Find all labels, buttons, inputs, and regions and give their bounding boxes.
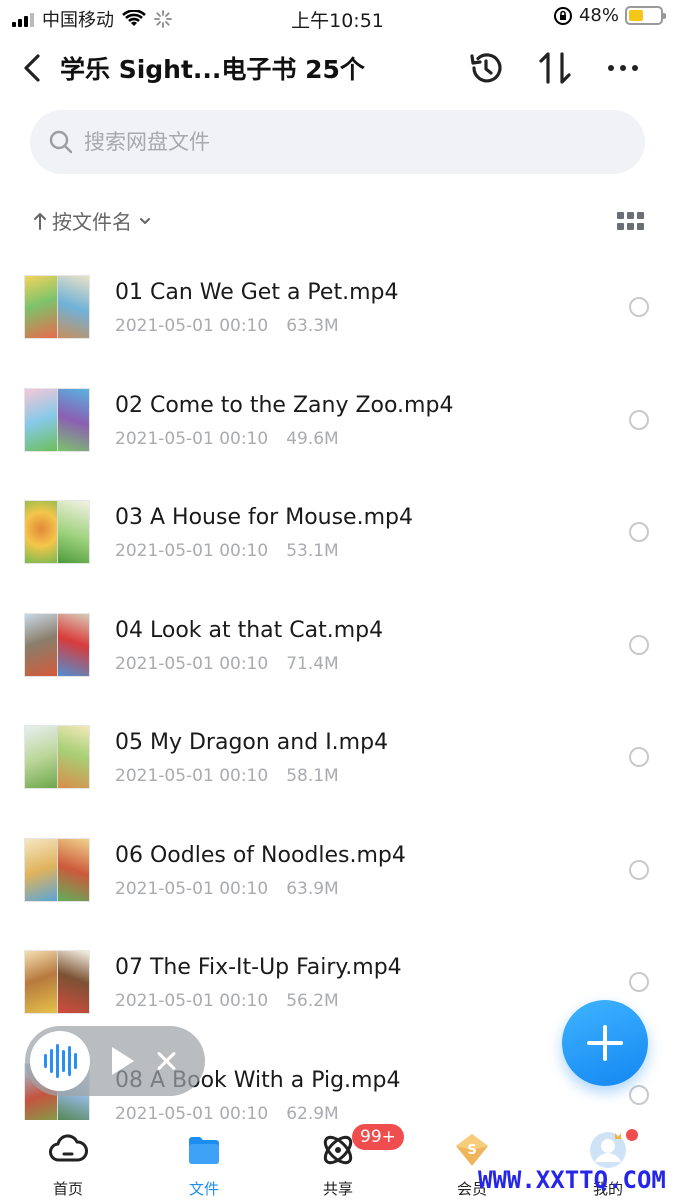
file-name: 04 Look at that Cat.mp4: [115, 617, 384, 643]
file-date: 2021-05-01 00:10: [115, 541, 269, 561]
file-date: 2021-05-01 00:10: [115, 878, 269, 899]
battery-icon: [625, 6, 666, 25]
play-icon[interactable]: [112, 1047, 134, 1075]
file-name: 03 A House for Mouse.mp4: [115, 505, 413, 530]
list-item[interactable]: 05 My Dragon and I.mp4 2021-05-01 00:10 5…: [0, 700, 675, 813]
search-input[interactable]: [84, 130, 604, 154]
sort-by-name-button[interactable]: 按文件名: [32, 206, 154, 235]
file-name: 07 The Fix-It-Up Fairy.mp4: [115, 955, 402, 980]
tab-files[interactable]: 文件: [154, 1130, 254, 1199]
select-radio[interactable]: [629, 972, 649, 992]
video-thumbnail: [24, 275, 90, 339]
list-item[interactable]: 01 Can We Get a Pet.mp4 2021-05-01 00:10…: [0, 250, 675, 363]
file-name: 05 My Dragon and I.mp4: [115, 730, 389, 755]
file-size: 53.1M: [286, 541, 339, 561]
file-date: 2021-05-01 00:10: [115, 653, 269, 674]
file-meta: 2021-05-01 00:10 63.3M: [115, 316, 339, 336]
select-radio[interactable]: [629, 409, 649, 430]
list-item[interactable]: 03 A House for Mouse.mp4 2021-05-01 00:1…: [0, 475, 675, 588]
battery-percent: 48%: [578, 5, 619, 26]
select-radio[interactable]: [629, 522, 649, 542]
select-radio[interactable]: [629, 1084, 649, 1105]
file-meta: 2021-05-01 00:10 56.2M: [115, 991, 339, 1011]
top-nav: 学乐 Sight...电子书 25个: [0, 40, 675, 96]
file-size: 63.9M: [286, 878, 339, 899]
share-count-badge: 99+: [352, 1124, 404, 1150]
folder-icon: [189, 1137, 219, 1164]
status-bar: 中国移动 上午10:51 48%: [0, 0, 675, 34]
file-name: 06 Oodles of Noodles.mp4: [115, 842, 406, 868]
grid-view-icon[interactable]: [617, 212, 644, 230]
audio-wave-icon[interactable]: [30, 1031, 90, 1091]
notification-dot: [626, 1129, 638, 1141]
watermark-text: WWW.XXTTQ.COM: [478, 1166, 666, 1194]
svg-text:S: S: [467, 1143, 476, 1158]
tab-home[interactable]: 首页: [18, 1130, 118, 1199]
select-radio[interactable]: [629, 747, 649, 767]
close-icon[interactable]: [154, 1049, 178, 1073]
sort-order-icon[interactable]: [535, 48, 575, 88]
file-meta: 2021-05-01 00:10 71.4M: [115, 654, 339, 674]
cloud-home-icon: [49, 1134, 88, 1162]
add-button[interactable]: [562, 1000, 648, 1086]
file-size: 58.1M: [286, 766, 339, 786]
video-thumbnail: [24, 612, 90, 677]
file-size: 49.6M: [286, 428, 339, 449]
sort-label: 按文件名: [52, 210, 132, 234]
floating-player[interactable]: [25, 1026, 205, 1096]
file-meta: 2021-05-01 00:10 63.9M: [115, 879, 339, 899]
video-thumbnail: [24, 725, 90, 789]
file-date: 2021-05-01 00:10: [115, 766, 269, 786]
chevron-down-icon: [140, 217, 150, 224]
file-size: 71.4M: [286, 653, 339, 674]
rotation-lock-icon: [553, 6, 572, 25]
list-item[interactable]: 06 Oodles of Noodles.mp4 2021-05-01 00:1…: [0, 813, 675, 926]
file-date: 2021-05-01 00:10: [115, 428, 269, 449]
video-thumbnail: [24, 387, 90, 452]
select-radio[interactable]: [629, 859, 649, 880]
vip-diamond-icon: S: [456, 1134, 488, 1166]
avatar-icon: [590, 1132, 626, 1168]
select-radio[interactable]: [629, 297, 649, 317]
file-meta: 2021-05-01 00:10 58.1M: [115, 766, 339, 786]
search-bar[interactable]: [30, 110, 645, 174]
more-options-icon[interactable]: [603, 48, 643, 88]
back-arrow-icon[interactable]: [18, 48, 50, 88]
tab-label: 首页: [52, 1180, 83, 1198]
file-date: 2021-05-01 00:10: [115, 316, 269, 336]
file-name: 02 Come to the Zany Zoo.mp4: [115, 392, 454, 418]
file-size: 56.2M: [286, 991, 339, 1011]
video-thumbnail: [24, 950, 90, 1014]
history-icon[interactable]: [466, 48, 506, 88]
tab-label: 共享: [322, 1180, 353, 1198]
video-thumbnail: [24, 837, 90, 902]
arrow-up-icon: [34, 212, 46, 230]
list-item[interactable]: 04 Look at that Cat.mp4 2021-05-01 00:10…: [0, 588, 675, 701]
list-item[interactable]: 02 Come to the Zany Zoo.mp4 2021-05-01 0…: [0, 363, 675, 476]
file-meta: 2021-05-01 00:10 53.1M: [115, 541, 339, 561]
select-radio[interactable]: [629, 634, 649, 655]
file-name: 01 Can We Get a Pet.mp4: [115, 280, 399, 305]
file-size: 63.3M: [286, 316, 339, 336]
sort-toolbar: 按文件名: [0, 200, 675, 240]
file-date: 2021-05-01 00:10: [115, 991, 269, 1011]
search-icon: [49, 130, 73, 154]
tab-label: 文件: [188, 1180, 219, 1198]
video-thumbnail: [24, 500, 90, 564]
page-title: 学乐 Sight...电子书 25个: [60, 55, 365, 84]
file-meta: 2021-05-01 00:10 49.6M: [115, 429, 339, 449]
